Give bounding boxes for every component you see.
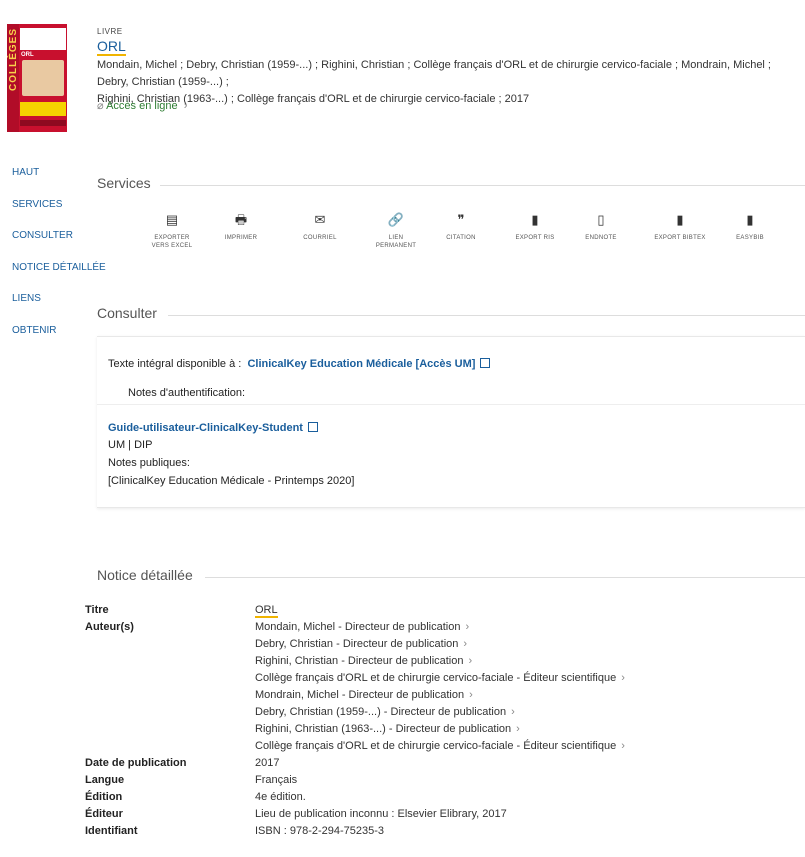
service-courriel[interactable]: ✉ COURRIEL <box>290 212 350 242</box>
chevron-right-icon: › <box>463 638 468 650</box>
service-label: EXPORT RIS <box>515 235 555 241</box>
auth-notes: Notes d'authentification: <box>128 387 246 399</box>
nav-item-notice[interactable]: NOTICE DÉTAILLÉE <box>12 262 106 294</box>
author-link[interactable]: Mondrain, Michel - Directeur de publicat… <box>255 687 473 704</box>
field-value-title[interactable]: ORL <box>255 602 278 619</box>
public-notes-label: Notes publiques: <box>108 457 190 469</box>
service-label: IMPRIMER <box>224 235 258 241</box>
cover-series-text: COLLÈGES <box>8 28 19 92</box>
record-type: LIVRE <box>97 27 123 36</box>
section-nav: HAUT SERVICES CONSULTER NOTICE DÉTAILLÉE… <box>12 167 106 356</box>
record-title[interactable]: ORL <box>97 38 126 56</box>
external-link-icon <box>307 422 318 432</box>
service-lien[interactable]: 🔗 LIEN PERMANENT <box>366 212 426 250</box>
author-link[interactable]: Collège français d'ORL et de chirurgie c… <box>255 670 625 687</box>
service-label: EXPORTER VERS EXCEL <box>151 235 193 249</box>
main-panel: COLLÈGES ORL LIVRE ORL Mondain, Michel ;… <box>0 0 805 857</box>
field-label: Langue <box>85 774 125 786</box>
services-heading: Services <box>97 175 151 191</box>
service-easybib[interactable]: ▮ EASYBIB <box>720 212 780 242</box>
guide-row: Guide-utilisateur-ClinicalKey-Student <box>108 421 318 434</box>
field-label: Titre <box>85 604 109 616</box>
file-icon: ▮ <box>531 212 539 227</box>
chevron-right-icon: › <box>469 689 473 701</box>
chevron-right-icon: › <box>621 740 625 752</box>
details-heading: Notice détaillée <box>97 567 193 583</box>
service-endnote[interactable]: ▯ ENDNOTE <box>571 212 631 242</box>
chevron-right-icon: › <box>180 100 188 112</box>
service-label: ENDNOTE <box>585 235 617 241</box>
file-icon: ▮ <box>676 212 684 227</box>
chevron-right-icon: › <box>468 655 473 667</box>
nav-item-consulter[interactable]: CONSULTER <box>12 230 106 262</box>
service-citation[interactable]: ❞ CITATION <box>431 212 491 242</box>
author-link[interactable]: Righini, Christian (1963-...) - Directeu… <box>255 721 520 738</box>
author-link[interactable]: Mondain, Michel - Directeur de publicati… <box>255 619 469 636</box>
external-link-icon <box>480 358 491 368</box>
field-value: 2017 <box>255 757 280 769</box>
chevron-right-icon: › <box>621 672 625 684</box>
consulter-heading: Consulter <box>97 305 157 321</box>
guide-link[interactable]: Guide-utilisateur-ClinicalKey-Student <box>108 422 303 434</box>
um-dip: UM | DIP <box>108 439 153 451</box>
author-link[interactable]: Collège français d'ORL et de chirurgie c… <box>255 738 625 755</box>
details-table: Titre ORL Auteur(s) Mondain, Michel - Di… <box>85 602 805 852</box>
service-imprimer[interactable]: 🖶 IMPRIMER <box>211 212 271 242</box>
record-authors: Mondain, Michel ; Debry, Christian (1959… <box>97 59 771 105</box>
nav-item-haut[interactable]: HAUT <box>12 167 106 199</box>
service-export-bibtex[interactable]: ▮ EXPORT BIBTEX <box>650 212 710 242</box>
book-cover[interactable]: COLLÈGES ORL <box>7 24 67 132</box>
online-access-link[interactable]: ⌀ Accès en ligne › <box>97 99 187 112</box>
field-label: Auteur(s) <box>85 621 134 633</box>
quote-icon: ❞ <box>457 212 465 227</box>
service-exporter[interactable]: ▤ EXPORTER VERS EXCEL <box>142 212 202 250</box>
nav-item-liens[interactable]: LIENS <box>12 293 106 325</box>
field-value: ISBN : 978-2-294-75235-3 <box>255 825 385 837</box>
field-value: Lieu de publication inconnu : Elsevier E… <box>255 808 507 820</box>
file-outline-icon: ▯ <box>597 212 605 227</box>
link-icon: 🔗 <box>387 212 405 227</box>
clinicalkey-link[interactable]: ClinicalKey Education Médicale [Accès UM… <box>247 358 475 370</box>
link-icon: ⌀ <box>97 100 104 112</box>
chevron-right-icon: › <box>516 723 520 735</box>
field-label: Édition <box>85 791 123 803</box>
author-link[interactable]: Righini, Christian - Directeur de public… <box>255 653 472 670</box>
excel-icon: ▤ <box>165 212 179 227</box>
author-link[interactable]: Debry, Christian - Directeur de publicat… <box>255 636 467 653</box>
cover-title: ORL <box>21 52 34 58</box>
service-label: LIEN PERMANENT <box>375 235 417 249</box>
service-label: COURRIEL <box>303 235 337 241</box>
field-label: Date de publication <box>85 757 187 769</box>
field-label: Éditeur <box>85 808 123 820</box>
service-export-ris[interactable]: ▮ EXPORT RIS <box>505 212 565 242</box>
consulter-card: Texte intégral disponible à : ClinicalKe… <box>97 336 805 508</box>
chevron-right-icon: › <box>465 621 470 633</box>
fulltext-row: Texte intégral disponible à : ClinicalKe… <box>108 357 491 370</box>
service-label: EXPORT BIBTEX <box>654 235 706 241</box>
nav-item-obtenir[interactable]: OBTENIR <box>12 325 106 357</box>
nav-item-services[interactable]: SERVICES <box>12 199 106 231</box>
field-value: Français <box>255 774 298 786</box>
print-icon: 🖶 <box>234 212 248 227</box>
public-notes-value: [ClinicalKey Education Médicale - Printe… <box>108 475 355 487</box>
service-label: EASYBIB <box>736 235 764 241</box>
mail-icon: ✉ <box>314 212 326 227</box>
file-icon: ▮ <box>746 212 754 227</box>
chevron-right-icon: › <box>511 706 515 718</box>
service-label: CITATION <box>446 235 476 241</box>
author-link[interactable]: Debry, Christian (1959-...) - Directeur … <box>255 704 515 721</box>
field-value: 4e édition. <box>255 791 306 803</box>
field-label: Identifiant <box>85 825 138 837</box>
